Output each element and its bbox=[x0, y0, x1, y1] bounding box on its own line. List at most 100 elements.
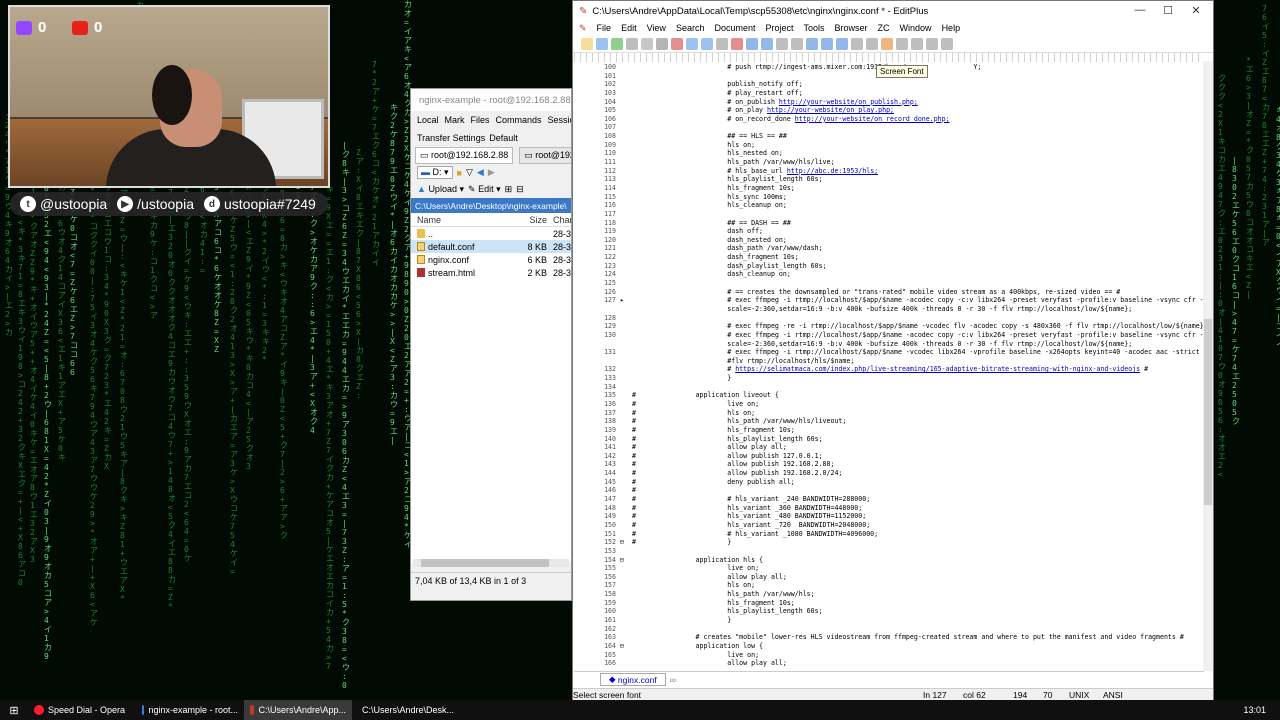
file-list-hscrollbar[interactable] bbox=[413, 559, 569, 567]
code-line[interactable]: 133 } bbox=[574, 374, 1204, 383]
menu-file[interactable]: File bbox=[597, 23, 612, 33]
menu-search[interactable]: Search bbox=[676, 23, 705, 33]
taskbar-item[interactable]: Speed Dial - Opera bbox=[28, 700, 136, 720]
code-line[interactable]: 119 dash off; bbox=[574, 227, 1204, 236]
menu-view[interactable]: View bbox=[647, 23, 666, 33]
toolbar-button-icon[interactable] bbox=[686, 37, 698, 50]
clock[interactable]: 13:01 bbox=[1243, 705, 1280, 715]
toolbar-button-icon[interactable] bbox=[836, 37, 848, 50]
code-line[interactable]: 145 # deny publish all; bbox=[574, 478, 1204, 487]
menu-project[interactable]: Project bbox=[766, 23, 794, 33]
back-icon[interactable]: ◀ bbox=[477, 167, 484, 178]
code-line[interactable]: 112 # hls_base_url http://abc.de:1953/hl… bbox=[574, 167, 1204, 176]
code-line[interactable]: 134 bbox=[574, 383, 1204, 392]
code-line[interactable]: 136 # live on; bbox=[574, 400, 1204, 409]
code-line[interactable]: 103 # play_restart off; bbox=[574, 89, 1204, 98]
toolbar-button-icon[interactable] bbox=[896, 37, 908, 50]
code-line[interactable]: 153 bbox=[574, 547, 1204, 556]
menu-files[interactable]: Files bbox=[471, 115, 490, 125]
code-line[interactable]: 150 # hls_variant _720 BANDWIDTH=2048000; bbox=[574, 521, 1204, 530]
file-list[interactable]: Name Size Chan .. 28-3 default.conf 8 KB… bbox=[411, 213, 571, 563]
toolbar-button-icon[interactable] bbox=[821, 37, 833, 50]
code-line[interactable]: 143 # allow publish 192.168.2.88; bbox=[574, 460, 1204, 469]
maximize-icon[interactable]: ☐ bbox=[1153, 4, 1183, 17]
column-name[interactable]: Name bbox=[411, 215, 521, 225]
toolbar-button-icon[interactable] bbox=[596, 37, 608, 50]
menu-browser[interactable]: Browser bbox=[835, 23, 868, 33]
code-line[interactable]: 146 # bbox=[574, 486, 1204, 495]
folder-icon[interactable]: ■ bbox=[457, 168, 462, 178]
file-row[interactable]: nginx.conf 6 KB 28-3 bbox=[411, 253, 571, 266]
code-link[interactable]: http://abc.de:1953/hls; bbox=[787, 167, 878, 175]
menu-document[interactable]: Document bbox=[714, 23, 755, 33]
toolbar-button-icon[interactable] bbox=[776, 37, 788, 50]
code-line[interactable]: 140 # hls_playlist_length 60s; bbox=[574, 435, 1204, 444]
toolbar-button-icon[interactable] bbox=[791, 37, 803, 50]
editplus-window[interactable]: ✎ C:\Users\Andre\AppData\Local\Temp\scp5… bbox=[572, 0, 1214, 700]
code-line[interactable]: 139 # hls_fragment 10s; bbox=[574, 426, 1204, 435]
toolbar-button-icon[interactable] bbox=[806, 37, 818, 50]
close-icon[interactable]: ✕ bbox=[1181, 4, 1211, 17]
code-line[interactable]: 164 ⊟ application low { bbox=[574, 642, 1204, 651]
editplus-titlebar[interactable]: ✎ C:\Users\Andre\AppData\Local\Temp\scp5… bbox=[573, 1, 1213, 21]
code-link[interactable]: http://your-website/on_record_done.php; bbox=[795, 115, 950, 123]
winscp-window[interactable]: nginx-example - root@192.168.2.88 - Wi L… bbox=[410, 88, 572, 601]
code-line[interactable]: 158 hls_path /var/www/hls; bbox=[574, 590, 1204, 599]
code-line[interactable]: 142 # allow publish 127.0.0.1; bbox=[574, 452, 1204, 461]
code-line[interactable]: 110 hls_nested on; bbox=[574, 149, 1204, 158]
drive-select[interactable]: ▬ D: ▾ bbox=[417, 166, 453, 179]
code-line[interactable]: 159 hls_fragment 10s; bbox=[574, 599, 1204, 608]
code-link[interactable]: http://your-website/on_publish.php; bbox=[779, 98, 918, 106]
menu-commands[interactable]: Commands bbox=[496, 115, 542, 125]
code-line[interactable]: 144 # allow publish 192.168.2.0/24; bbox=[574, 469, 1204, 478]
filter-icon[interactable]: ▽ bbox=[466, 167, 473, 178]
code-line[interactable]: 129 # exec ffmpeg -re -i rtmp://localhos… bbox=[574, 322, 1204, 331]
code-line[interactable]: 138 # hls_path /var/www/hls/liveout; bbox=[574, 417, 1204, 426]
code-line[interactable]: 127 ▸ # exec ffmpeg -i rtmp://localhost/$… bbox=[574, 296, 1204, 305]
code-line[interactable]: 128 bbox=[574, 314, 1204, 323]
code-line[interactable]: 137 # hls on; bbox=[574, 409, 1204, 418]
toolbar-button-icon[interactable] bbox=[851, 37, 863, 50]
code-line[interactable]: 109 hls on; bbox=[574, 141, 1204, 150]
code-line[interactable]: 114 hls_fragment 10s; bbox=[574, 184, 1204, 193]
transfer-preset[interactable]: Default bbox=[489, 133, 518, 143]
code-line[interactable]: 147 # # hls_variant _240 BANDWIDTH=288000… bbox=[574, 495, 1204, 504]
code-line[interactable]: 125 bbox=[574, 279, 1204, 288]
code-line[interactable]: 130 # exec ffmpeg -i rtmp://localhost/$a… bbox=[574, 331, 1204, 340]
start-button[interactable]: ⊞ bbox=[0, 700, 28, 720]
code-line[interactable]: scale=-2:360,setdar=16:9 -b:v 400k -bufs… bbox=[574, 340, 1204, 349]
code-line[interactable]: 141 # allow play all; bbox=[574, 443, 1204, 452]
toolbar-button-icon[interactable] bbox=[881, 37, 893, 50]
toolbar-button-icon[interactable] bbox=[926, 37, 938, 50]
code-line[interactable]: 135 # application liveout { bbox=[574, 391, 1204, 400]
code-line[interactable]: 121 dash_path /var/www/dash; bbox=[574, 244, 1204, 253]
upload-button[interactable]: ▲ Upload ▾ bbox=[417, 184, 464, 195]
code-editor[interactable]: 100 # push rtmp://ingest-ams.mixer.com:1… bbox=[574, 63, 1204, 669]
code-line[interactable]: 104 # on_publish http://your-website/on_… bbox=[574, 98, 1204, 107]
code-line[interactable]: 148 # hls_variant _360 BANDWIDTH=448000; bbox=[574, 504, 1204, 513]
path-bar[interactable]: C:\Users\Andre\Desktop\nginx-example\ bbox=[411, 198, 571, 213]
menu-help[interactable]: Help bbox=[942, 23, 961, 33]
menu-edit[interactable]: Edit bbox=[621, 23, 637, 33]
toolbar-button-icon[interactable] bbox=[641, 37, 653, 50]
toolbar-button-icon[interactable] bbox=[761, 37, 773, 50]
code-line[interactable]: 151 # # hls_variant _1080 BANDWIDTH=40960… bbox=[574, 530, 1204, 539]
file-row[interactable]: .. 28-3 bbox=[411, 227, 571, 240]
session-tab[interactable]: ▭ root@192.168.2 bbox=[519, 146, 571, 164]
toolbar-button-icon[interactable] bbox=[716, 37, 728, 50]
toolbar-button-icon[interactable] bbox=[746, 37, 758, 50]
taskbar-item-active[interactable]: C:\Users\Andre\App... bbox=[244, 700, 352, 720]
file-row-selected[interactable]: default.conf 8 KB 28-3 bbox=[411, 240, 571, 253]
code-line[interactable]: 160 hls_playlist_length 60s; bbox=[574, 607, 1204, 616]
code-line[interactable]: 126 # == creates the downsampled or "tra… bbox=[574, 288, 1204, 297]
add-icon[interactable]: ⊞ bbox=[505, 184, 513, 195]
toolbar-button-icon[interactable] bbox=[656, 37, 668, 50]
session-tab-active[interactable]: ▭ root@192.168.2.88 bbox=[415, 146, 514, 164]
file-tab[interactable]: ◆ nginx.conf bbox=[600, 673, 666, 686]
code-line[interactable]: 155 live on; bbox=[574, 564, 1204, 573]
code-line[interactable]: 113 hls_playlist_length 60s; bbox=[574, 175, 1204, 184]
code-line[interactable]: 122 dash_fragment 10s; bbox=[574, 253, 1204, 262]
code-link[interactable]: https://selimatmaca.com/index.php/live-s… bbox=[735, 365, 1140, 373]
toolbar-button-icon[interactable] bbox=[941, 37, 953, 50]
code-line[interactable]: 166 allow play all; bbox=[574, 659, 1204, 668]
